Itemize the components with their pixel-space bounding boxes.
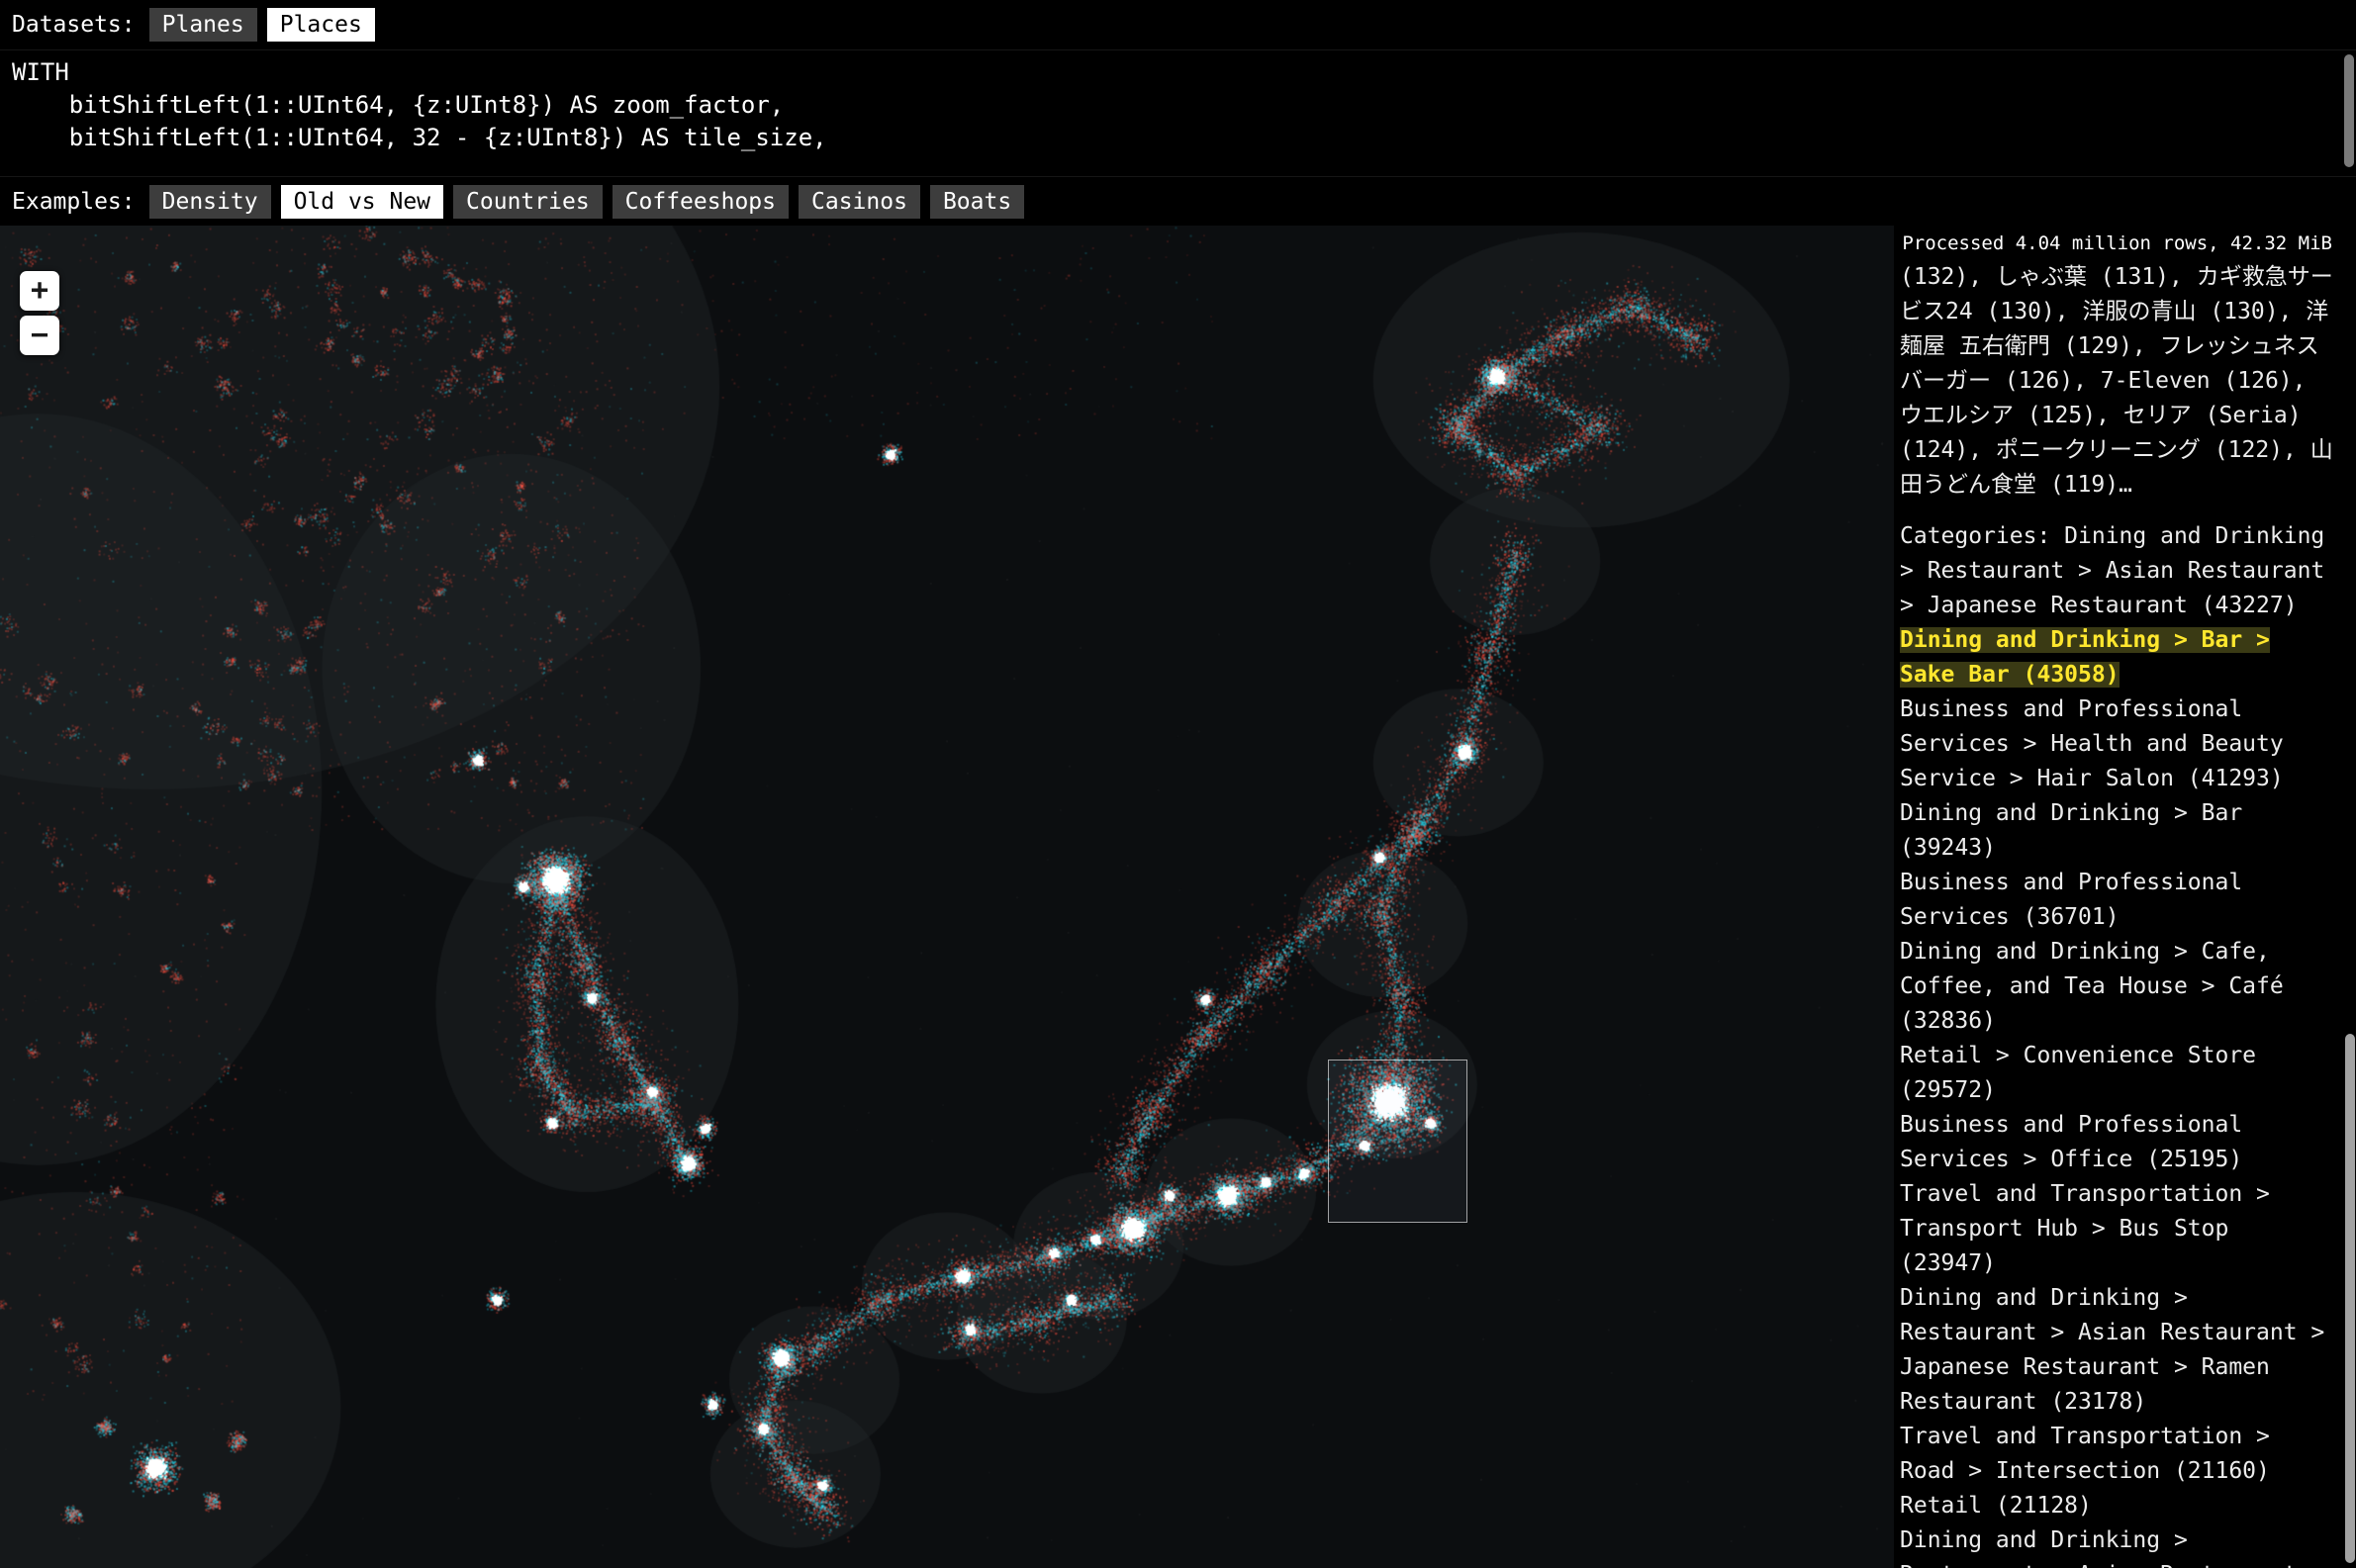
query-editor[interactable]: WITH bitShiftLeft(1::UInt64, {z:UInt8}) … (0, 50, 2356, 176)
datasets-bar: Datasets: Planes Places (0, 0, 2356, 49)
category-text: Dining and Drinking > Restaurant > Asian… (1900, 1527, 2324, 1568)
page-scrollbar-thumb[interactable] (2345, 1034, 2355, 1563)
map-canvas[interactable] (0, 226, 1894, 1568)
category-item[interactable]: Dining and Drinking > Bar > Sake Bar (43… (1900, 623, 2336, 692)
top-names-text: (132), しゃぶ葉 (131), カギ救急サービス24 (130), 洋服の… (1900, 260, 2336, 503)
zoom-out-button[interactable]: − (20, 316, 59, 355)
category-item[interactable]: Dining and Drinking > Cafe, Coffee, and … (1900, 935, 2336, 1039)
category-item[interactable]: Retail > Convenience Store (29572) (1900, 1039, 2336, 1108)
status-line: Processed 4.04 million rows, 42.32 MiB (1900, 226, 2336, 260)
map[interactable]: + − (0, 226, 1894, 1568)
category-text: Dining and Drinking > Restaurant > Asian… (1900, 1285, 2324, 1415)
zoom-controls: + − (20, 271, 59, 355)
examples-buttons: Density Old vs New Countries Coffeeshops Cas… (149, 185, 1025, 219)
categories-list: Categories: Dining and Drinking > Restau… (1900, 519, 2336, 1568)
editor-scrollbar-thumb[interactable] (2344, 54, 2354, 167)
datasets-buttons: Planes Places (149, 8, 375, 42)
dataset-button-places[interactable]: Places (267, 8, 375, 42)
category-text: Dining and Drinking > Bar (39243) (1900, 800, 2242, 861)
zoom-in-button[interactable]: + (20, 271, 59, 311)
category-item[interactable]: Dining and Drinking > Restaurant > Asian… (1900, 1523, 2336, 1568)
example-button-coffeeshops[interactable]: Coffeeshops (613, 185, 789, 219)
example-button-boats[interactable]: Boats (930, 185, 1024, 219)
category-text: Business and Professional Services > Off… (1900, 1112, 2242, 1172)
example-button-casinos[interactable]: Casinos (799, 185, 920, 219)
page-scrollbar[interactable] (2344, 226, 2356, 1568)
example-button-countries[interactable]: Countries (453, 185, 603, 219)
main-area: + − Processed 4.04 million rows, 42.32 M… (0, 226, 2356, 1568)
category-item[interactable]: Travel and Transportation > Transport Hu… (1900, 1177, 2336, 1281)
category-item[interactable]: Dining and Drinking > Bar (39243) (1900, 796, 2336, 866)
category-item[interactable]: Business and Professional Services > Off… (1900, 1108, 2336, 1177)
category-item[interactable]: Business and Professional Services > Hea… (1900, 692, 2336, 796)
sidebar: Processed 4.04 million rows, 42.32 MiB (… (1894, 226, 2344, 1568)
dataset-button-planes[interactable]: Planes (149, 8, 257, 42)
examples-bar: Examples: Density Old vs New Countries Coff… (0, 177, 2356, 226)
example-button-density[interactable]: Density (149, 185, 271, 219)
category-text: Retail (21128) (1900, 1493, 2092, 1519)
category-item[interactable]: Dining and Drinking > Restaurant > Asian… (1900, 1281, 2336, 1420)
datasets-label: Datasets: (12, 12, 136, 38)
map-selection-rect[interactable] (1328, 1060, 1467, 1223)
category-text: Travel and Transportation > Road > Inter… (1900, 1424, 2270, 1484)
example-button-old-vs-new[interactable]: Old vs New (281, 185, 443, 219)
category-text: Travel and Transportation > Transport Hu… (1900, 1181, 2270, 1276)
category-text: Retail > Convenience Store (29572) (1900, 1043, 2256, 1103)
query-editor-wrap: WITH bitShiftLeft(1::UInt64, {z:UInt8}) … (0, 49, 2356, 177)
category-text: Dining and Drinking > Bar > Sake Bar (43… (1900, 627, 2270, 688)
category-item[interactable]: Retail (21128) (1900, 1489, 2336, 1523)
category-text: Business and Professional Services > Hea… (1900, 696, 2284, 791)
category-item[interactable]: Travel and Transportation > Road > Inter… (1900, 1420, 2336, 1489)
category-text: Dining and Drinking > Cafe, Coffee, and … (1900, 939, 2284, 1034)
examples-label: Examples: (12, 189, 136, 215)
category-text: Business and Professional Services (3670… (1900, 870, 2242, 930)
category-item[interactable]: Categories: Dining and Drinking > Restau… (1900, 519, 2336, 623)
categories-label: Categories: (1900, 523, 2064, 549)
category-item[interactable]: Business and Professional Services (3670… (1900, 866, 2336, 935)
